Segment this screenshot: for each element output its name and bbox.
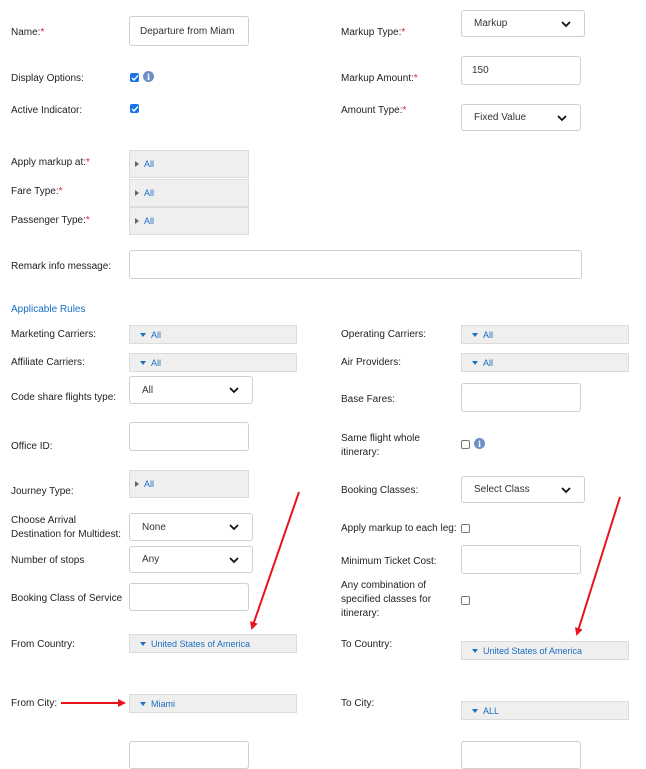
to-airport-input[interactable]: [461, 741, 581, 769]
markup-type-select[interactable]: Markup: [461, 10, 585, 37]
triangle-right-icon: [135, 218, 139, 224]
fare-type-label: Fare Type:*: [11, 186, 63, 197]
to-city-tree[interactable]: ALL: [461, 701, 629, 720]
air-providers-label: Air Providers:: [341, 357, 402, 368]
chevron-down-icon: [561, 486, 571, 493]
chevron-down-icon: [557, 114, 567, 121]
any-combination-checkbox[interactable]: [461, 596, 470, 605]
air-providers-tree[interactable]: All: [461, 353, 629, 372]
min-ticket-label: Minimum Ticket Cost:: [341, 556, 437, 567]
check-icon: [131, 74, 139, 81]
triangle-down-icon: [472, 708, 478, 713]
passenger-type-tree[interactable]: All: [129, 207, 249, 235]
affiliate-carriers-label: Affiliate Carriers:: [11, 357, 85, 368]
office-id-input[interactable]: [129, 422, 249, 451]
same-flight-checkbox[interactable]: [461, 440, 470, 449]
apply-markup-at-tree[interactable]: All: [129, 150, 249, 178]
remark-label: Remark info message:: [11, 261, 112, 272]
markup-type-label: Markup Type:*: [341, 27, 406, 38]
markup-amount-label: Markup Amount:*: [341, 73, 418, 84]
booking-classes-label: Booking Classes:: [341, 485, 419, 496]
passenger-type-label: Passenger Type:*: [11, 215, 90, 226]
section-title: Applicable Rules: [11, 304, 86, 315]
journey-type-tree[interactable]: All: [129, 470, 249, 498]
base-fares-label: Base Fares:: [341, 394, 395, 405]
fare-type-tree[interactable]: All: [129, 179, 249, 207]
triangle-down-icon: [472, 360, 478, 365]
name-label: Name:*: [11, 27, 45, 38]
from-country-label: From Country:: [11, 639, 75, 650]
stops-label: Number of stops: [11, 555, 85, 566]
arrow-annotation: [250, 491, 300, 630]
display-options-label: Display Options:: [11, 73, 84, 84]
code-share-select[interactable]: All: [129, 376, 253, 404]
markup-amount-input[interactable]: 150: [461, 56, 581, 85]
triangle-down-icon: [472, 648, 478, 653]
chevron-down-icon: [561, 20, 571, 27]
remark-input[interactable]: [129, 250, 582, 279]
info-icon[interactable]: i: [474, 438, 485, 449]
name-input[interactable]: Departure from Miam: [129, 16, 249, 46]
triangle-down-icon: [140, 332, 146, 337]
chevron-down-icon: [229, 387, 239, 394]
triangle-right-icon: [135, 481, 139, 487]
from-city-label: From City:: [11, 698, 58, 709]
marketing-carriers-tree[interactable]: All: [129, 325, 297, 344]
min-ticket-input[interactable]: [461, 545, 581, 574]
journey-type-label: Journey Type:: [11, 486, 74, 497]
info-icon[interactable]: i: [143, 71, 154, 82]
amount-type-select[interactable]: Fixed Value: [461, 104, 581, 131]
base-fares-input[interactable]: [461, 383, 581, 412]
triangle-down-icon: [472, 332, 478, 337]
to-country-tree[interactable]: United States of America: [461, 641, 629, 660]
triangle-down-icon: [140, 701, 146, 706]
operating-carriers-tree[interactable]: All: [461, 325, 629, 344]
stops-select[interactable]: Any: [129, 546, 253, 573]
check-icon: [131, 105, 139, 112]
office-id-label: Office ID:: [11, 441, 53, 452]
triangle-right-icon: [135, 190, 139, 196]
booking-class-service-input[interactable]: [129, 583, 249, 611]
code-share-label: Code share flights type:: [11, 392, 117, 403]
arrival-destination-select[interactable]: None: [129, 513, 253, 541]
each-leg-label: Apply markup to each leg:: [341, 523, 457, 534]
any-combination-label: Any combination of specified classes for i…: [341, 580, 432, 619]
operating-carriers-label: Operating Carriers:: [341, 329, 427, 340]
apply-markup-at-label: Apply markup at:*: [11, 157, 90, 168]
triangle-down-icon: [140, 641, 146, 646]
triangle-right-icon: [135, 161, 139, 167]
to-city-label: To City:: [341, 698, 375, 709]
active-indicator-label: Active Indicator:: [11, 105, 83, 116]
same-flight-label: Same flight whole itinerary:: [341, 433, 420, 458]
triangle-down-icon: [140, 360, 146, 365]
to-country-label: To Country:: [341, 639, 393, 650]
amount-type-label: Amount Type:*: [341, 105, 407, 116]
chevron-down-icon: [229, 556, 239, 563]
chevron-down-icon: [229, 524, 239, 531]
from-city-tree[interactable]: Miami: [129, 694, 297, 713]
arrival-destination-label: Choose Arrival Destination for Multidest:: [11, 515, 122, 540]
booking-class-service-label: Booking Class of Service: [11, 593, 123, 604]
active-indicator-checkbox[interactable]: [130, 104, 139, 113]
affiliate-carriers-tree[interactable]: All: [129, 353, 297, 372]
booking-classes-select[interactable]: Select Class: [461, 476, 585, 503]
from-airport-input[interactable]: [129, 741, 249, 769]
arrow-annotation: [574, 496, 621, 636]
marketing-carriers-label: Marketing Carriers:: [11, 329, 97, 340]
from-country-tree[interactable]: United States of America: [129, 634, 297, 653]
each-leg-checkbox[interactable]: [461, 524, 470, 533]
display-options-checkbox[interactable]: [130, 73, 139, 82]
